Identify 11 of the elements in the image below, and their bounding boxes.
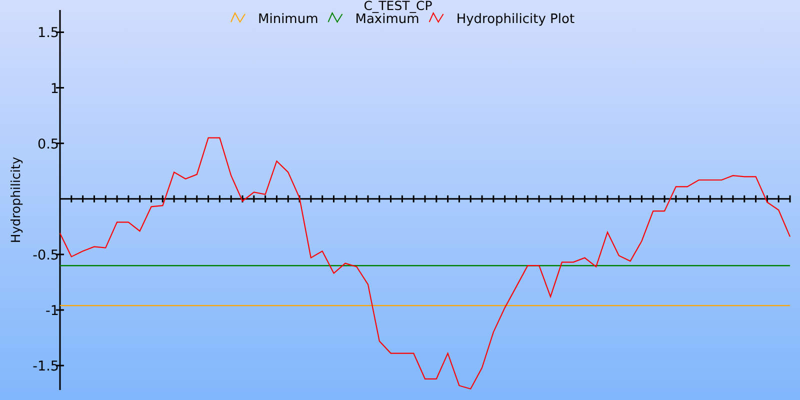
chart-title: C_TEST_CP — [364, 0, 432, 13]
legend-label: Hydrophilicity Plot — [456, 12, 575, 27]
tick-label: -1 — [46, 303, 59, 319]
legend-label: Maximum — [355, 12, 420, 27]
tick-label: 0.5 — [38, 136, 59, 152]
axis-title: Hydrophilicity — [8, 156, 23, 244]
legend-label: Minimum — [258, 12, 318, 27]
tick-label: 1 — [50, 80, 59, 97]
tick-label: -1.5 — [32, 358, 59, 375]
tick-label: -0.5 — [32, 247, 59, 264]
tick-label: 1.5 — [38, 25, 59, 42]
